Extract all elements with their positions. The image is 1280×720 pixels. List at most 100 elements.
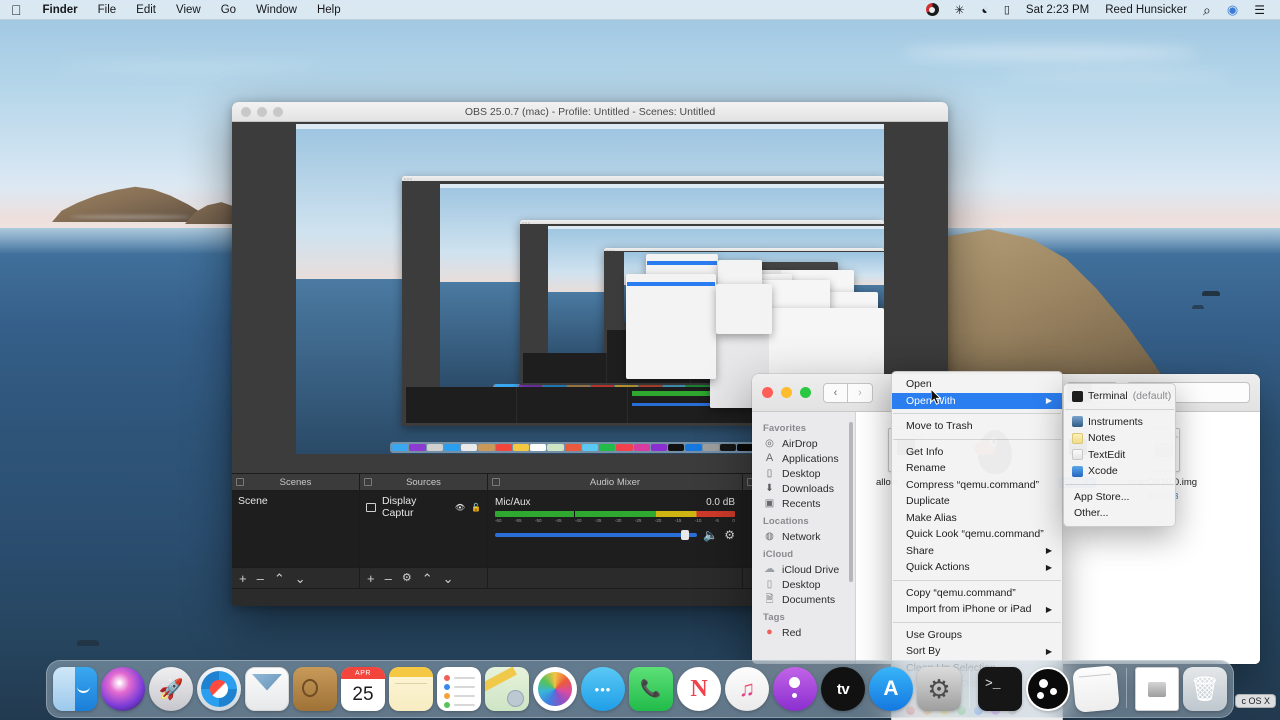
spotlight-search-icon[interactable]: ⌕ — [1195, 0, 1219, 20]
context-menu-item-copy[interactable]: Copy “qemu.command” — [892, 585, 1062, 602]
sidebar-item-desktop[interactable]: ▯ Desktop — [752, 466, 855, 481]
context-menu-item-compress[interactable]: Compress “qemu.command” — [892, 477, 1062, 494]
menu-item-window[interactable]: Window — [246, 0, 307, 20]
dock-item-launchpad[interactable] — [149, 667, 193, 711]
context-menu-item-open-with[interactable]: Open With ▶ — [892, 392, 1062, 409]
move-source-up-button[interactable]: ⌃ — [422, 572, 433, 585]
remove-scene-button[interactable]: – — [257, 572, 264, 585]
context-menu-item-get-info[interactable]: Get Info — [892, 444, 1062, 461]
finder-navigation[interactable]: ‹ › — [823, 382, 873, 403]
sidebar-item-icloud-desktop[interactable]: ▯ Desktop — [752, 577, 855, 592]
lock-icon[interactable]: 🔓 — [471, 503, 481, 512]
dock[interactable]: APR 25 — [46, 660, 1234, 718]
sidebar-item-network[interactable]: ◍ Network — [752, 529, 855, 544]
panel-pin-icon[interactable] — [492, 478, 500, 486]
submenu-item-other[interactable]: Other... — [1064, 505, 1175, 522]
dock-item-podcasts[interactable] — [773, 667, 817, 711]
remove-source-button[interactable]: – — [385, 572, 392, 585]
obs-mixer-body[interactable]: Mic/Aux 0.0 dB -60 -55 -50 -45 -40 -35 -30-… — [488, 491, 742, 567]
context-menu-item-duplicate[interactable]: Duplicate — [892, 493, 1062, 510]
sidebar-item-recents[interactable]: ▣ Recents — [752, 496, 855, 511]
scene-item[interactable]: Scene — [232, 493, 359, 509]
context-menu-item-open[interactable]: Open — [892, 376, 1062, 393]
context-menu-item-sort-by[interactable]: Sort By ▶ — [892, 643, 1062, 660]
sidebar-item-icloud-drive[interactable]: ☁ iCloud Drive — [752, 562, 855, 577]
sidebar-item-applications[interactable]: A Applications — [752, 451, 855, 466]
source-item[interactable]: Display Captur 👁 🔓 — [360, 493, 487, 521]
context-menu-item-rename[interactable]: Rename — [892, 460, 1062, 477]
close-button[interactable] — [762, 387, 773, 398]
mixer-settings-gear-icon[interactable]: ⚙ — [724, 528, 735, 542]
menu-item-finder[interactable]: Finder — [33, 0, 88, 20]
dock-item-document[interactable] — [1135, 667, 1179, 711]
move-scene-up-button[interactable]: ⌃ — [274, 572, 285, 585]
dock-item-messages[interactable] — [581, 667, 625, 711]
dock-item-mail[interactable] — [245, 667, 289, 711]
forward-button[interactable]: › — [848, 382, 873, 403]
obs-menubar-icon[interactable] — [918, 3, 947, 16]
menu-item-edit[interactable]: Edit — [126, 0, 166, 20]
context-menu-item-quick-look[interactable]: Quick Look “qemu.command” — [892, 526, 1062, 543]
menu-item-file[interactable]: File — [88, 0, 127, 20]
dock-item-facetime[interactable] — [629, 667, 673, 711]
menu-item-help[interactable]: Help — [307, 0, 351, 20]
context-menu-item-use-groups[interactable]: Use Groups — [892, 627, 1062, 644]
obs-scenes-list[interactable]: Scene — [232, 491, 359, 567]
dock-item-safari[interactable] — [197, 667, 241, 711]
obs-titlebar[interactable]: OBS 25.0.7 (mac) - Profile: Untitled - S… — [232, 102, 948, 122]
context-menu-item-move-to-trash[interactable]: Move to Trash — [892, 418, 1062, 435]
dock-item-terminal[interactable] — [978, 667, 1022, 711]
bluetooth-icon[interactable]: ✳ — [947, 0, 973, 20]
airplay-icon[interactable]: ▯ — [996, 0, 1018, 20]
context-menu-item-quick-actions[interactable]: Quick Actions ▶ — [892, 559, 1062, 576]
source-properties-button[interactable]: ⚙ — [402, 572, 412, 584]
dock-item-siri[interactable] — [101, 667, 145, 711]
sidebar-item-airdrop[interactable]: ◎ AirDrop — [752, 436, 855, 451]
control-center-icon[interactable]: ☰ — [1246, 0, 1273, 20]
dock-item-maps[interactable] — [485, 667, 529, 711]
submenu-item-instruments[interactable]: Instruments — [1064, 414, 1175, 431]
dock-item-trash[interactable] — [1183, 667, 1227, 711]
sidebar-scrollbar[interactable] — [849, 422, 853, 582]
submenu-item-notes[interactable]: Notes — [1064, 430, 1175, 447]
dock-item-finder[interactable] — [53, 667, 97, 711]
zoom-button[interactable] — [800, 387, 811, 398]
eye-icon[interactable]: 👁 — [455, 503, 465, 512]
dock-item-appletv[interactable] — [821, 667, 865, 711]
menu-item-go[interactable]: Go — [211, 0, 246, 20]
submenu-item-app-store[interactable]: App Store... — [1064, 489, 1175, 506]
submenu-item-terminal[interactable]: Terminal (default) — [1064, 388, 1175, 405]
context-menu-item-share[interactable]: Share ▶ — [892, 543, 1062, 560]
finder-sidebar[interactable]: Favorites ◎ AirDrop A Applications ▯ Des… — [752, 412, 856, 664]
move-source-down-button[interactable]: ⌄ — [443, 572, 454, 585]
obs-sources-list[interactable]: Display Captur 👁 🔓 — [360, 491, 487, 567]
dock-item-photos[interactable] — [533, 667, 577, 711]
open-with-submenu[interactable]: Terminal (default) Instruments Notes Tex… — [1063, 383, 1176, 527]
submenu-item-xcode[interactable]: Xcode — [1064, 463, 1175, 480]
volume-fader-row[interactable]: 🔈 ⚙ — [495, 528, 735, 542]
dock-item-textedit[interactable] — [1072, 665, 1120, 713]
dock-item-news[interactable] — [677, 667, 721, 711]
siri-icon[interactable]: ◉ — [1219, 0, 1246, 20]
move-scene-down-button[interactable]: ⌄ — [295, 572, 306, 585]
back-button[interactable]: ‹ — [823, 382, 848, 403]
dock-item-system-preferences[interactable] — [917, 667, 961, 711]
add-source-button[interactable]: + — [367, 572, 375, 585]
add-scene-button[interactable]: + — [239, 572, 247, 585]
dock-item-appstore[interactable] — [869, 667, 913, 711]
mute-speaker-icon[interactable]: 🔈 — [703, 528, 718, 542]
context-menu-item-import-from-iphone[interactable]: Import from iPhone or iPad ▶ — [892, 601, 1062, 618]
apple-menu-icon[interactable]:  — [9, 0, 33, 20]
sidebar-item-documents[interactable]: 🗎 Documents — [752, 592, 855, 607]
minimize-button[interactable] — [781, 387, 792, 398]
panel-pin-icon[interactable] — [236, 478, 244, 486]
sidebar-item-red-tag[interactable]: ● Red — [752, 625, 855, 640]
dock-item-reminders[interactable] — [437, 667, 481, 711]
volume-slider[interactable] — [495, 530, 698, 540]
dock-item-obs[interactable] — [1026, 667, 1070, 711]
sidebar-item-downloads[interactable]: ⬇ Downloads — [752, 481, 855, 496]
context-menu-item-make-alias[interactable]: Make Alias — [892, 510, 1062, 527]
dock-item-notes[interactable] — [389, 667, 433, 711]
dock-item-calendar[interactable]: APR 25 — [341, 667, 385, 711]
menu-item-view[interactable]: View — [166, 0, 211, 20]
